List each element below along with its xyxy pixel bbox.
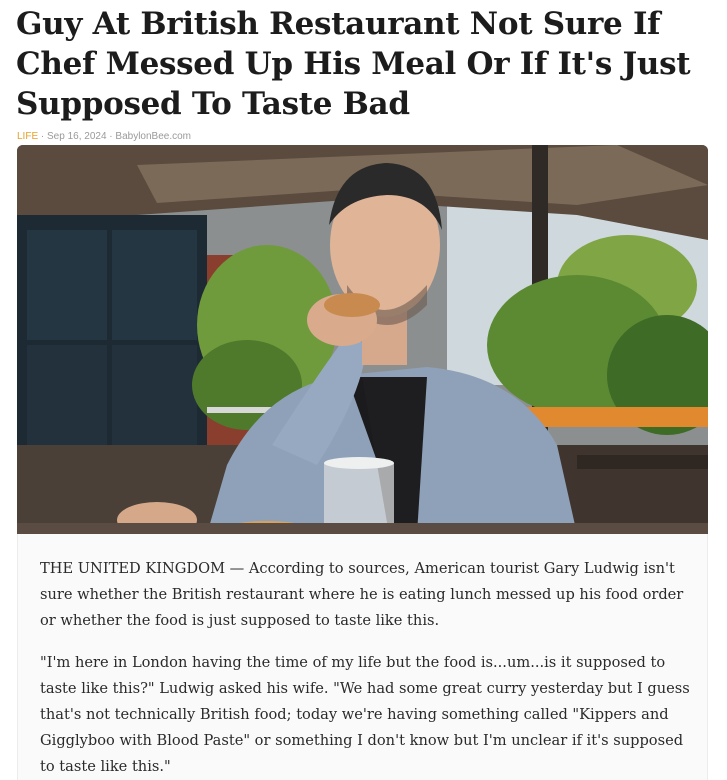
article-paragraph: "I'm here in London having the time of m… [40,654,690,775]
category-link[interactable]: LIFE [17,131,38,142]
article-date: Sep 16, 2024 [47,131,107,142]
man-eating-photo [17,145,708,534]
meta-separator: · [38,131,48,142]
article-source: BabylonBee.com [115,131,192,142]
article-hero-image [17,145,708,534]
article-meta: LIFE · Sep 16, 2024 · BabylonBee.com [17,131,191,142]
article-headline: Guy At British Restaurant Not Sure If Ch… [16,6,691,122]
article-paragraph: THE UNITED KINGDOM — According to source… [40,560,684,629]
